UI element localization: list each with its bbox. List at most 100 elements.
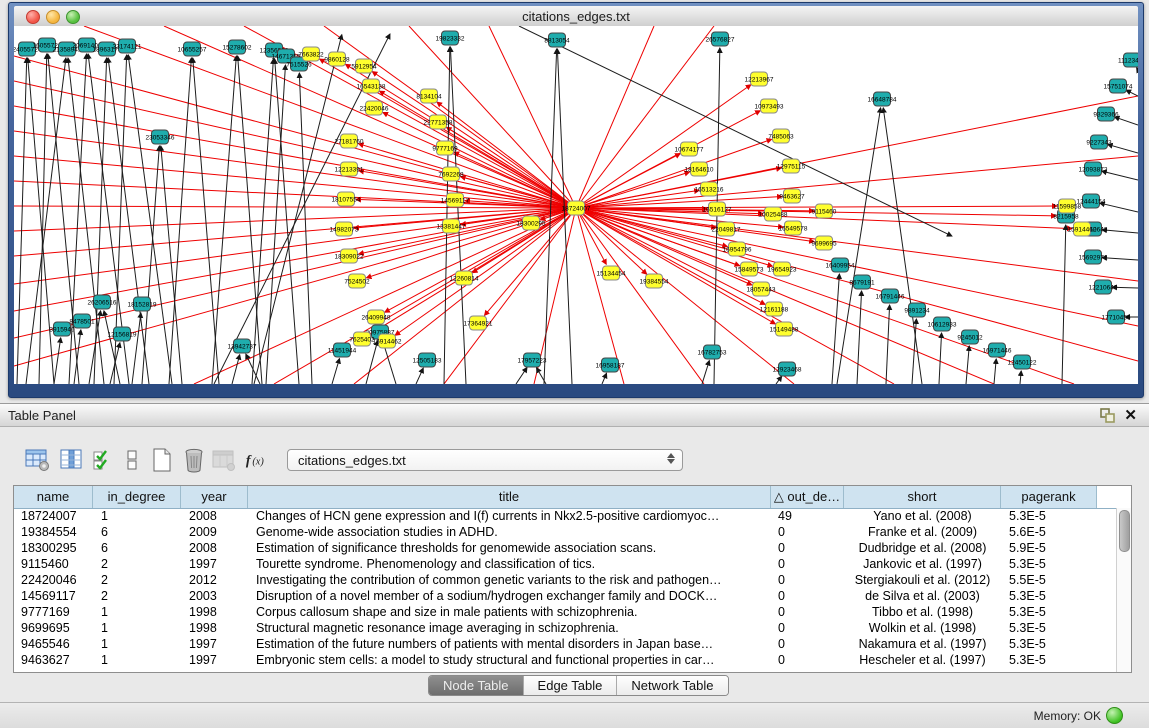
network-node[interactable]: 17364921: [464, 316, 493, 330]
function-builder-icon[interactable]: f (x): [244, 446, 272, 474]
svg-text:8813054: 8813054: [544, 37, 570, 44]
close-panel-icon[interactable]: ✕: [1124, 406, 1137, 424]
network-node[interactable]: 18107554: [332, 192, 361, 206]
table-settings-icon[interactable]: [24, 446, 52, 474]
column-header-out_de[interactable]: △ out_de…: [771, 486, 844, 508]
network-node[interactable]: 10025488: [759, 207, 788, 221]
network-node[interactable]: 12975115: [777, 159, 806, 173]
network-node[interactable]: 19823332: [436, 31, 465, 45]
network-node[interactable]: 15134454: [597, 266, 626, 280]
tab-node-table[interactable]: Node Table: [429, 676, 523, 695]
table-row[interactable]: 946554611997Estimation of the future num…: [14, 636, 1117, 652]
svg-text:9245012: 9245012: [957, 334, 983, 341]
network-node[interactable]: 19384554: [640, 274, 669, 288]
table-row[interactable]: 1830029562008Estimation of significance …: [14, 540, 1117, 556]
svg-text:12213391: 12213391: [335, 166, 364, 173]
table-row[interactable]: 946362711997Embryonic stem cells: a mode…: [14, 652, 1117, 668]
new-column-icon[interactable]: [148, 446, 176, 474]
network-node[interactable]: 26576827: [706, 32, 735, 46]
network-node[interactable]: 13942737: [228, 339, 257, 353]
table-row[interactable]: 969969511998Structural magnetic resonanc…: [14, 620, 1117, 636]
network-node[interactable]: 10655257: [178, 42, 207, 56]
column-header-name[interactable]: name: [14, 486, 93, 508]
network-node[interactable]: 15692971: [1079, 250, 1108, 264]
network-node[interactable]: 26409948: [362, 310, 391, 324]
network-node[interactable]: 12450122: [1008, 355, 1037, 369]
table-row[interactable]: 2242004622012Investigating the contribut…: [14, 572, 1117, 588]
network-node[interactable]: 12213391: [335, 162, 364, 176]
network-node[interactable]: 10612933: [928, 317, 957, 331]
svg-text:16782753: 16782753: [698, 349, 727, 356]
network-node[interactable]: 22049817: [712, 222, 741, 236]
network-node[interactable]: 8679191: [849, 275, 875, 289]
column-header-title[interactable]: title: [248, 486, 771, 508]
network-node[interactable]: 12093872: [1079, 162, 1108, 176]
delete-column-icon[interactable]: [180, 446, 208, 474]
network-node[interactable]: 9891234: [904, 303, 930, 317]
network-node[interactable]: 9329366: [1093, 107, 1119, 121]
network-node[interactable]: 23053346: [146, 130, 175, 144]
show-columns-icon[interactable]: [58, 446, 86, 474]
network-node[interactable]: 7524502: [344, 274, 370, 288]
network-node[interactable]: 9227343: [1086, 135, 1112, 149]
network-node[interactable]: 12210649: [1089, 280, 1118, 294]
network-node[interactable]: 15149488: [770, 322, 799, 336]
network-node[interactable]: 18164610: [685, 162, 714, 176]
network-node[interactable]: 8813054: [544, 33, 570, 47]
network-node[interactable]: 17710456: [1102, 310, 1131, 324]
table-row[interactable]: 911546021997Tourette syndrome. Phenomeno…: [14, 556, 1117, 572]
network-canvas-svg[interactable]: 1872400724055724160557212135894120691406…: [14, 26, 1138, 384]
network-window-titlebar[interactable]: citations_edges.txt: [14, 6, 1138, 27]
column-header-pagerank[interactable]: pagerank: [1001, 486, 1097, 508]
tab-edge-table[interactable]: Edge Table: [523, 676, 617, 695]
network-node[interactable]: 16971446: [983, 343, 1012, 357]
table-scrollbar[interactable]: [1116, 508, 1131, 672]
table-cell: 1998: [181, 604, 248, 620]
network-node[interactable]: 8478501: [69, 314, 95, 328]
table-cell: 2009: [181, 524, 248, 540]
network-node[interactable]: 9860128: [324, 52, 350, 66]
table-row[interactable]: 1456911722003Disruption of a novel membe…: [14, 588, 1117, 604]
network-node[interactable]: 8134104: [416, 89, 442, 103]
network-edge: [832, 274, 839, 384]
row-height-icon[interactable]: [118, 446, 146, 474]
scrollbar-thumb[interactable]: [1119, 510, 1130, 552]
network-node[interactable]: 7692268: [438, 167, 464, 181]
table-row[interactable]: 1938455462009Genome-wide association stu…: [14, 524, 1117, 540]
float-panel-icon[interactable]: [1100, 408, 1115, 423]
network-node[interactable]: 14982073: [330, 222, 359, 236]
network-edge: [1100, 203, 1138, 212]
network-node[interactable]: 19654923: [768, 262, 797, 276]
network-node[interactable]: 9463627: [779, 189, 805, 203]
network-node[interactable]: 9699695: [811, 236, 837, 250]
network-node[interactable]: 9245012: [957, 330, 983, 344]
network-canvas[interactable]: 1872400724055724160557212135894120691406…: [14, 26, 1138, 384]
network-node[interactable]: 11451944: [328, 343, 357, 357]
select-rows-icon[interactable]: [90, 446, 118, 474]
table-row[interactable]: 1872400712008Changes of HCN gene express…: [14, 508, 1117, 524]
tab-network-table[interactable]: Network Table: [616, 676, 727, 695]
table-selector-dropdown[interactable]: citations_edges.txt: [287, 449, 683, 471]
network-node[interactable]: 14569117: [441, 193, 470, 207]
network-node[interactable]: 18152819: [128, 297, 157, 311]
table-row[interactable]: 977716911998Corpus callosum shape and si…: [14, 604, 1117, 620]
network-node[interactable]: 16549578: [779, 221, 808, 235]
network-node[interactable]: 9777169: [432, 141, 458, 155]
network-node[interactable]: 15278602: [223, 40, 252, 54]
network-node[interactable]: 12505183: [413, 353, 442, 367]
network-node[interactable]: 17957223: [518, 353, 547, 367]
column-header-short[interactable]: short: [844, 486, 1001, 508]
network-node[interactable]: 16648784: [868, 92, 897, 106]
network-node[interactable]: 12923468: [773, 362, 802, 376]
column-header-in_degree[interactable]: in_degree: [93, 486, 181, 508]
network-node[interactable]: 7485063: [768, 129, 794, 143]
network-node[interactable]: 12213967: [745, 72, 774, 86]
memory-indicator-icon[interactable]: [1106, 707, 1123, 724]
network-node[interactable]: 9115460: [812, 204, 837, 218]
network-node[interactable]: 11123456: [1118, 53, 1138, 67]
network-node[interactable]: 16782753: [698, 345, 727, 359]
column-header-year[interactable]: year: [181, 486, 248, 508]
network-node[interactable]: 16409954: [826, 258, 855, 272]
network-node[interactable]: 13381447: [437, 219, 466, 233]
network-node[interactable]: 15849573: [735, 262, 764, 276]
